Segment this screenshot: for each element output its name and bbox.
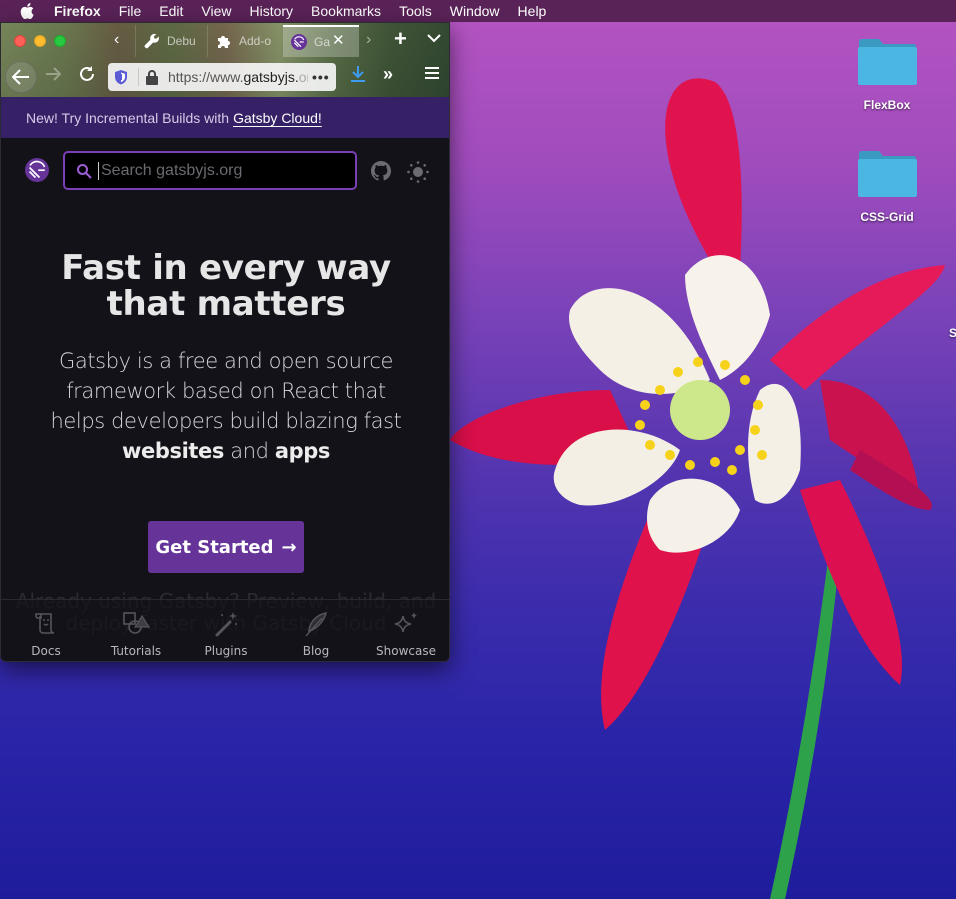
arrow-right-icon (46, 67, 62, 81)
nav-item-blog[interactable]: Blog (271, 600, 361, 661)
tab-scroll-right-icon[interactable]: › (366, 31, 371, 49)
new-tab-button[interactable]: + (394, 27, 407, 51)
hero-emphasis-websites: websites (122, 439, 224, 463)
menu-window[interactable]: Window (450, 3, 500, 19)
reload-icon (80, 66, 94, 81)
tab-bar: ‹ Debu Add-o Ga ✕ › + (1, 23, 449, 57)
menu-file[interactable]: File (119, 3, 142, 19)
overflow-menu-icon[interactable]: » (383, 64, 393, 85)
nav-label: Plugins (204, 644, 248, 658)
sparkle-icon (394, 612, 417, 633)
nav-item-tutorials[interactable]: Tutorials (91, 600, 181, 661)
menu-bookmarks[interactable]: Bookmarks (311, 3, 381, 19)
tab-title: Ga (314, 35, 331, 49)
get-started-button[interactable]: Get Started → (148, 521, 304, 573)
navigation-toolbar: https://www.gatsbyjs.org ••• » (1, 57, 449, 97)
hero-title-line-1: Fast in every way (61, 248, 391, 288)
arrow-right-icon: → (281, 536, 297, 558)
menu-view[interactable]: View (201, 3, 231, 19)
nav-item-showcase[interactable]: Showcase (361, 600, 449, 661)
theme-toggle-sun-icon[interactable] (406, 160, 430, 184)
zoom-window-button[interactable] (54, 35, 66, 47)
apple-menu-icon[interactable] (20, 3, 36, 19)
shapes-icon (123, 612, 150, 634)
tab-scroll-left-icon[interactable]: ‹ (114, 31, 119, 49)
menu-help[interactable]: Help (518, 3, 547, 19)
desktop-icon-label-partial[interactable]: S (949, 326, 956, 340)
address-bar[interactable]: https://www.gatsbyjs.org ••• (108, 63, 336, 91)
github-icon[interactable] (371, 161, 391, 181)
nav-item-plugins[interactable]: Plugins (181, 600, 271, 661)
bottom-navigation: Docs Tutorials Plugins Blog Showcase (1, 599, 449, 661)
folder-label: FlexBox (863, 98, 911, 112)
minimize-window-button[interactable] (34, 35, 46, 47)
hero-text: Gatsby is a free and open source framewo… (50, 349, 402, 433)
browser-chrome: ‹ Debu Add-o Ga ✕ › + https://www.gatsby… (1, 23, 449, 97)
puzzle-icon (216, 33, 232, 49)
reload-button[interactable] (78, 65, 96, 88)
hero-description: Gatsby is a free and open source framewo… (36, 346, 416, 466)
tab-gatsby-active[interactable]: Ga (283, 25, 359, 57)
desktop-folder-css-grid[interactable]: CSS-Grid (842, 150, 932, 224)
folder-icon (858, 151, 917, 197)
search-box[interactable] (63, 151, 357, 190)
downloads-icon[interactable] (350, 65, 366, 88)
firefox-window: ‹ Debu Add-o Ga ✕ › + https://www.gatsby… (0, 22, 450, 662)
feather-icon (305, 611, 328, 637)
banner-text: New! Try Incremental Builds with (26, 109, 230, 126)
site-header (1, 138, 449, 198)
gatsby-logo-icon[interactable] (25, 158, 49, 182)
close-window-button[interactable] (14, 35, 26, 47)
tab-title: Add-o (239, 34, 272, 48)
tab-debugging[interactable]: Debu (135, 25, 207, 57)
macos-menu-bar: Firefox File Edit View History Bookmarks… (0, 0, 956, 22)
tracking-protection-shield-icon[interactable] (114, 69, 130, 85)
lock-icon[interactable] (146, 69, 160, 85)
nav-label: Showcase (376, 644, 436, 658)
nav-label: Blog (302, 644, 330, 658)
url-suffix: org (298, 69, 308, 85)
page-actions-button[interactable]: ••• (312, 69, 330, 85)
hamburger-menu-icon[interactable] (425, 66, 439, 85)
nav-item-docs[interactable]: Docs (1, 600, 91, 661)
menu-edit[interactable]: Edit (159, 3, 183, 19)
folder-icon (858, 39, 917, 85)
url-text[interactable]: https://www.gatsbyjs.org (168, 69, 308, 85)
docs-scroll-icon (35, 613, 55, 634)
forward-button[interactable] (45, 67, 62, 86)
back-button[interactable] (5, 61, 37, 93)
hero-text-and: and (230, 439, 269, 463)
tab-list-chevron-icon[interactable] (427, 30, 441, 46)
hero-section: Fast in every way that matters Gatsby is… (1, 198, 449, 573)
announcement-banner: New! Try Incremental Builds with Gatsby … (1, 97, 449, 138)
search-icon (77, 163, 92, 179)
hero-title-line-2: that matters (106, 284, 346, 324)
arrow-left-icon (12, 69, 29, 85)
tab-add-ons[interactable]: Add-o (207, 25, 283, 57)
tab-title: Debu (167, 34, 196, 48)
close-tab-icon[interactable]: ✕ (332, 31, 345, 49)
desktop-folder-flexbox[interactable]: FlexBox (842, 38, 932, 112)
nav-label: Docs (31, 644, 61, 658)
url-separator (138, 68, 139, 86)
hero-emphasis-apps: apps (274, 439, 331, 463)
url-domain: gatsbyjs. (243, 69, 299, 85)
magic-wand-icon (215, 612, 237, 637)
menu-tools[interactable]: Tools (399, 3, 432, 19)
search-input[interactable] (98, 161, 348, 180)
wrench-icon (144, 33, 160, 49)
nav-label: Tutorials (110, 644, 162, 658)
url-prefix: https://www. (168, 69, 244, 85)
gatsby-icon (291, 34, 307, 50)
get-started-label: Get Started (155, 536, 274, 558)
gatsby-cloud-link[interactable]: Gatsby Cloud! (233, 110, 322, 126)
menu-history[interactable]: History (249, 3, 293, 19)
menu-firefox[interactable]: Firefox (54, 3, 101, 19)
gatsby-page: New! Try Incremental Builds with Gatsby … (1, 97, 449, 661)
folder-label: CSS-Grid (860, 210, 914, 224)
hero-title: Fast in every way that matters (61, 250, 391, 322)
